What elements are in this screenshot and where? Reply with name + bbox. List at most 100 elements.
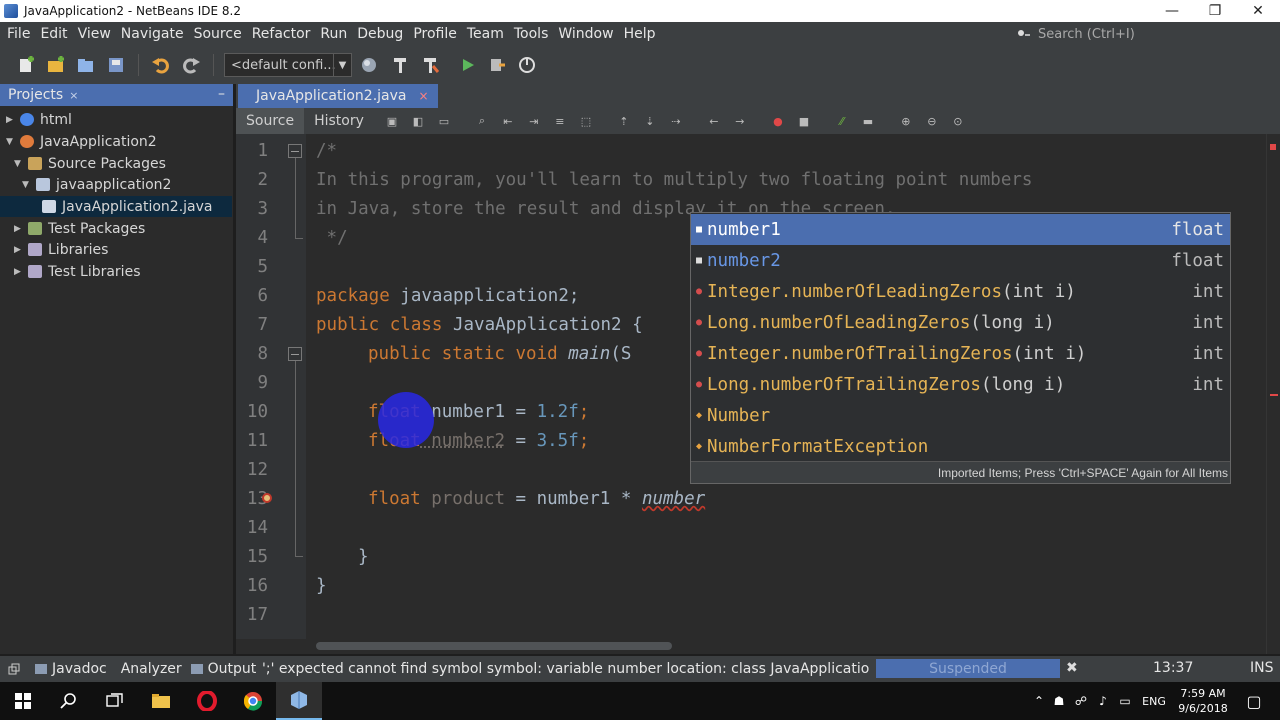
new-file-button[interactable] <box>14 53 38 77</box>
expand-icon[interactable]: ▶ <box>14 267 24 277</box>
minimize-projects-button[interactable]: – <box>218 86 225 102</box>
undo-button[interactable] <box>149 53 173 77</box>
code-completion-popup[interactable]: ■ number1 float ■ number2 float ● Intege… <box>690 212 1231 484</box>
find-previous-icon[interactable]: ⇤ <box>500 113 516 129</box>
scrollbar-thumb[interactable] <box>316 642 672 650</box>
shift-left-icon[interactable]: ← <box>706 113 722 129</box>
analyzer-tab[interactable]: Analyzer <box>121 661 182 677</box>
menu-file[interactable]: File <box>2 26 35 42</box>
menu-team[interactable]: Team <box>462 26 509 42</box>
maximize-button[interactable]: ❐ <box>1193 0 1237 22</box>
find-selection-icon[interactable]: ⌕ <box>474 113 490 129</box>
open-project-button[interactable] <box>74 53 98 77</box>
tree-item-source-packages[interactable]: ▼ Source Packages <box>14 153 232 174</box>
last-edit-icon[interactable]: ▣ <box>384 113 400 129</box>
clean-build-button[interactable] <box>388 53 412 77</box>
quick-search[interactable]: Search (Ctrl+I) <box>1016 22 1135 46</box>
opera-taskbar-button[interactable] <box>184 682 230 720</box>
search-button[interactable] <box>46 682 92 720</box>
output-tab[interactable]: Output <box>190 661 256 677</box>
build-button[interactable] <box>418 53 442 77</box>
prev-bookmark-icon[interactable]: ⇡ <box>616 113 632 129</box>
close-tab-button[interactable]: × <box>419 89 429 103</box>
chrome-taskbar-button[interactable] <box>230 682 276 720</box>
run-button[interactable] <box>456 53 480 77</box>
language-indicator[interactable]: ENG <box>1136 695 1172 708</box>
completion-item[interactable]: ● Long.numberOfLeadingZeros (long i) int <box>691 307 1230 338</box>
zoom-out-icon[interactable]: ⊖ <box>924 113 940 129</box>
stop-macro-icon[interactable]: ■ <box>796 113 812 129</box>
completion-item[interactable]: ● Long.numberOfTrailingZeros (long i) in… <box>691 369 1230 400</box>
collapse-icon[interactable]: ▼ <box>22 180 32 190</box>
menu-run[interactable]: Run <box>315 26 352 42</box>
menu-navigate[interactable]: Navigate <box>116 26 189 42</box>
completion-item[interactable]: ◆ NumberFormatException <box>691 431 1230 462</box>
shift-right-icon[interactable]: → <box>732 113 748 129</box>
expand-icon[interactable]: ▶ <box>14 224 24 234</box>
tree-item-javaapplication2[interactable]: ▼ JavaApplication2 <box>6 131 232 152</box>
forward-icon[interactable]: ▭ <box>436 113 452 129</box>
tree-item-test-packages[interactable]: ▶ Test Packages <box>14 218 232 239</box>
projects-header[interactable]: Projects × – <box>0 84 233 106</box>
menu-window[interactable]: Window <box>553 26 618 42</box>
new-project-button[interactable] <box>44 53 68 77</box>
close-projects-button[interactable]: × <box>69 89 78 102</box>
expand-icon[interactable]: ▶ <box>14 245 24 255</box>
tree-item-libraries[interactable]: ▶ Libraries <box>14 239 232 260</box>
menu-view[interactable]: View <box>73 26 116 42</box>
rect-select-icon[interactable]: ⬚ <box>578 113 594 129</box>
netbeans-taskbar-button[interactable] <box>276 682 322 720</box>
cancel-task-button[interactable]: ✖ <box>1066 660 1078 676</box>
network-icon[interactable]: ☍ <box>1070 694 1092 708</box>
file-explorer-taskbar-button[interactable] <box>138 682 184 720</box>
progress-indicator[interactable]: Suspended <box>876 659 1060 678</box>
collapse-icon[interactable]: ▼ <box>6 137 16 147</box>
fold-collapse-icon[interactable] <box>288 144 302 158</box>
completion-item[interactable]: ● Integer.numberOfLeadingZeros (int i) i… <box>691 276 1230 307</box>
error-hint-icon[interactable] <box>262 493 272 503</box>
clock[interactable]: 7:59 AM 9/6/2018 <box>1172 686 1234 716</box>
javadoc-tab[interactable]: Javadoc <box>34 661 107 677</box>
menu-refactor[interactable]: Refactor <box>247 26 316 42</box>
tree-item-javaapplication2-package[interactable]: ▼ javaapplication2 <box>22 174 232 195</box>
error-stripe-marker[interactable] <box>1270 394 1278 396</box>
next-bookmark-icon[interactable]: ⇣ <box>642 113 658 129</box>
fold-collapse-icon[interactable] <box>288 347 302 361</box>
find-next-icon[interactable]: ⇥ <box>526 113 542 129</box>
zoom-in-icon[interactable]: ⊕ <box>898 113 914 129</box>
tree-item-html[interactable]: ▶ html <box>6 109 232 130</box>
redo-button[interactable] <box>179 53 203 77</box>
notification-icon[interactable]: ▢ <box>1234 692 1274 711</box>
collapse-icon[interactable]: ▼ <box>14 159 24 169</box>
profile-button[interactable] <box>516 53 540 77</box>
start-button[interactable] <box>0 682 46 720</box>
error-stripe-marker[interactable] <box>1270 144 1276 150</box>
menu-profile[interactable]: Profile <box>408 26 462 42</box>
configuration-select[interactable]: <default confi... ▼ <box>224 53 352 77</box>
minimize-button[interactable]: — <box>1150 0 1194 22</box>
menu-help[interactable]: Help <box>619 26 661 42</box>
volume-icon[interactable]: ♪ <box>1092 694 1114 708</box>
menu-tools[interactable]: Tools <box>509 26 554 42</box>
tab-javaapplication2-java[interactable]: JavaApplication2.java × <box>238 84 438 108</box>
toggle-bookmark-icon[interactable]: ⇢ <box>668 113 684 129</box>
save-all-button[interactable] <box>104 53 128 77</box>
horizontal-scrollbar[interactable] <box>236 639 1266 654</box>
tab-history[interactable]: History <box>304 108 374 134</box>
battery-icon[interactable]: ▭ <box>1114 694 1136 708</box>
menu-debug[interactable]: Debug <box>352 26 408 42</box>
menu-source[interactable]: Source <box>189 26 247 42</box>
completion-item[interactable]: ◆ Number <box>691 400 1230 431</box>
expand-icon[interactable]: ▶ <box>6 115 16 125</box>
comment-icon[interactable]: ⁄⁄ <box>834 113 850 129</box>
device-icon[interactable]: ☗ <box>1048 694 1070 708</box>
tray-overflow-icon[interactable]: ⌃ <box>1030 694 1048 708</box>
tree-item-java-file[interactable]: JavaApplication2.java <box>0 196 232 217</box>
back-icon[interactable]: ◧ <box>410 113 426 129</box>
record-macro-icon[interactable]: ● <box>770 113 786 129</box>
zoom-reset-icon[interactable]: ⊙ <box>950 113 966 129</box>
completion-item[interactable]: ■ number2 float <box>691 245 1230 276</box>
tab-source[interactable]: Source <box>236 108 305 134</box>
task-view-button[interactable] <box>92 682 138 720</box>
debug-button[interactable] <box>486 53 510 77</box>
